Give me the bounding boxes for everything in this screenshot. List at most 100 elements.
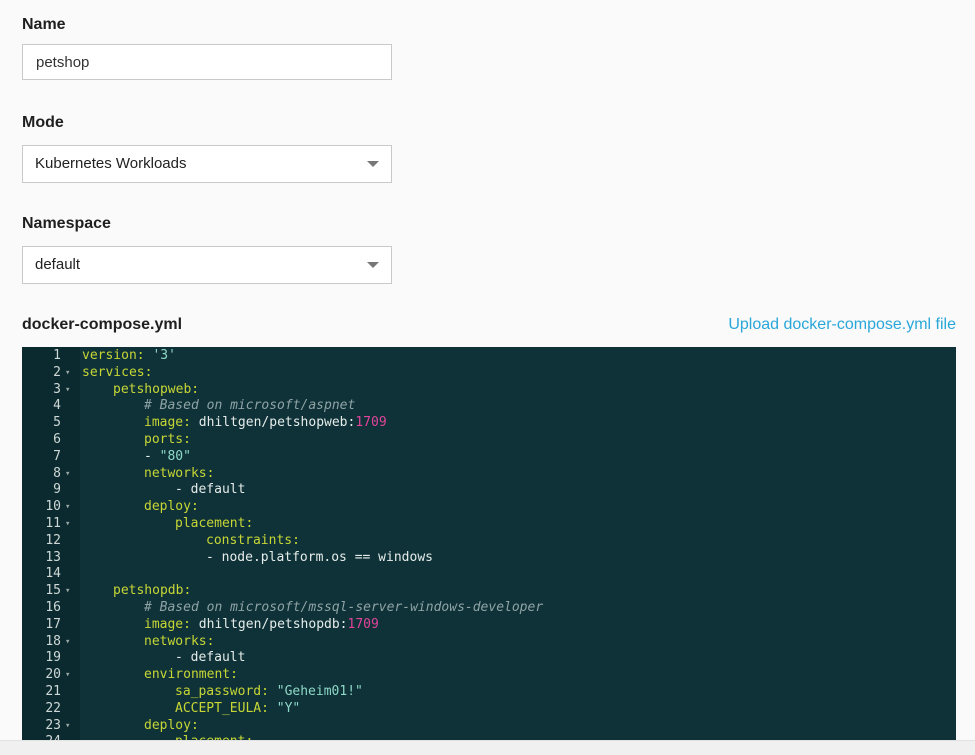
namespace-label: Namespace [22, 215, 111, 232]
code-token: "Geheim01!" [276, 683, 363, 699]
compose-code-editor[interactable]: 1 version: '3' 2 ▾ services: 3 ▾ petshopweb: 4 # … [22, 347, 956, 740]
chevron-down-icon [367, 161, 379, 167]
code-line: 21 sa_password: "Geheim01!" [22, 684, 956, 701]
fold-toggle-icon[interactable]: ▾ [65, 499, 70, 516]
fold-toggle-icon[interactable]: ▾ [65, 583, 70, 600]
code-token: - default [175, 650, 246, 666]
code-text: petshopdb: [113, 583, 191, 600]
code-token: image: [144, 415, 199, 431]
code-text: - "80" [144, 449, 191, 466]
code-line: 17 image: dhiltgen/petshopdb:1709 [22, 617, 956, 634]
code-token: sa_password: [175, 683, 277, 699]
fold-toggle-icon[interactable]: ▾ [65, 516, 70, 533]
compose-label: docker-compose.yml [22, 316, 183, 333]
line-number: 4 [53, 398, 61, 414]
editor-code-lines: 1 version: '3' 2 ▾ services: 3 ▾ petshopweb: 4 # … [22, 348, 956, 740]
upload-compose-link[interactable]: Upload docker-compose.yml file [728, 316, 956, 334]
line-number: 5 [53, 415, 61, 431]
code-token: ports: [144, 431, 191, 447]
fold-toggle-icon[interactable]: ▾ [65, 667, 70, 684]
code-text: services: [82, 365, 152, 382]
line-number: 6 [53, 431, 61, 447]
code-token: placement: [175, 515, 254, 531]
code-line: 2 ▾ services: [22, 365, 956, 382]
code-line: 5 image: dhiltgen/petshopweb:1709 [22, 415, 956, 432]
code-text: image: dhiltgen/petshopdb:1709 [144, 617, 379, 634]
code-line: 15 ▾ petshopdb: [22, 583, 956, 600]
chevron-down-icon [367, 262, 379, 268]
code-token: dhiltgen/petshopdb: [198, 616, 348, 632]
page-bottom-strip [0, 740, 975, 755]
fold-toggle-icon[interactable]: ▾ [65, 382, 70, 399]
code-token: - default [175, 482, 246, 498]
code-line: 22 ACCEPT_EULA: "Y" [22, 701, 956, 718]
name-input[interactable] [23, 45, 391, 79]
code-line: 19 - default [22, 650, 956, 667]
code-token: - [144, 448, 160, 464]
code-token: deploy: [144, 499, 199, 515]
code-token: # Based on microsoft/aspnet [144, 398, 356, 414]
code-line: 9 - default [22, 482, 956, 499]
line-number: 8 [53, 465, 61, 481]
code-line: 13 - node.platform.os == windows [22, 550, 956, 567]
code-token: 1709 [355, 415, 387, 431]
line-number: 2 [53, 364, 61, 380]
code-text: environment: [144, 667, 238, 684]
code-token: 1709 [347, 616, 379, 632]
code-token: version: [82, 348, 153, 363]
code-token: deploy: [144, 717, 199, 733]
line-number: 1 [53, 348, 61, 363]
code-line: 20 ▾ environment: [22, 667, 956, 684]
line-number: 10 [45, 499, 61, 515]
line-number: 17 [45, 616, 61, 632]
namespace-select-value: default [35, 256, 81, 273]
code-text: ACCEPT_EULA: "Y" [175, 701, 300, 718]
code-text: # Based on microsoft/aspnet [144, 398, 355, 415]
fold-toggle-icon[interactable]: ▾ [65, 634, 70, 651]
code-line: 10 ▾ deploy: [22, 499, 956, 516]
code-token: - node.platform.os == windows [206, 549, 433, 565]
line-number: 13 [45, 549, 61, 565]
code-text: networks: [144, 634, 214, 651]
line-number: 22 [45, 700, 61, 716]
code-text: image: dhiltgen/petshopweb:1709 [144, 415, 387, 432]
line-number: 7 [53, 448, 61, 464]
fold-toggle-icon[interactable]: ▾ [65, 718, 70, 735]
code-line: 11 ▾ placement: [22, 516, 956, 533]
name-input-box[interactable] [22, 44, 392, 80]
name-label: Name [22, 16, 66, 33]
line-number: 15 [45, 583, 61, 599]
line-number: 11 [45, 515, 61, 531]
code-text: - default [175, 482, 245, 499]
code-text: - default [175, 650, 245, 667]
code-line: 6 ports: [22, 432, 956, 449]
code-token: ACCEPT_EULA: [175, 700, 277, 716]
code-token: dhiltgen/petshopweb: [198, 415, 356, 431]
mode-select[interactable]: Kubernetes Workloads [22, 145, 392, 183]
fold-toggle-icon[interactable]: ▾ [65, 365, 70, 382]
line-number: 9 [53, 482, 61, 498]
line-number: 14 [45, 566, 61, 582]
code-token: '3' [152, 348, 176, 363]
code-token: constraints: [206, 532, 300, 548]
mode-label: Mode [22, 114, 64, 131]
code-token: # Based on microsoft/mssql-server-window… [144, 599, 544, 615]
code-text: # Based on microsoft/mssql-server-window… [144, 600, 543, 617]
code-line: 7 - "80" [22, 449, 956, 466]
code-line: 1 version: '3' [22, 348, 956, 365]
code-token: petshopweb: [113, 381, 200, 397]
code-line: 4 # Based on microsoft/aspnet [22, 398, 956, 415]
code-line: 23 ▾ deploy: [22, 718, 956, 735]
code-text: networks: [144, 466, 214, 483]
code-line: 12 constraints: [22, 533, 956, 550]
code-line: 16 # Based on microsoft/mssql-server-wind… [22, 600, 956, 617]
code-line: 14 [22, 566, 956, 583]
line-number: 23 [45, 717, 61, 733]
fold-toggle-icon[interactable]: ▾ [65, 466, 70, 483]
line-number: 20 [45, 667, 61, 683]
code-text: deploy: [144, 499, 199, 516]
code-token: environment: [144, 667, 238, 683]
line-number: 19 [45, 650, 61, 666]
namespace-select[interactable]: default [22, 246, 392, 284]
line-number: 16 [45, 599, 61, 615]
